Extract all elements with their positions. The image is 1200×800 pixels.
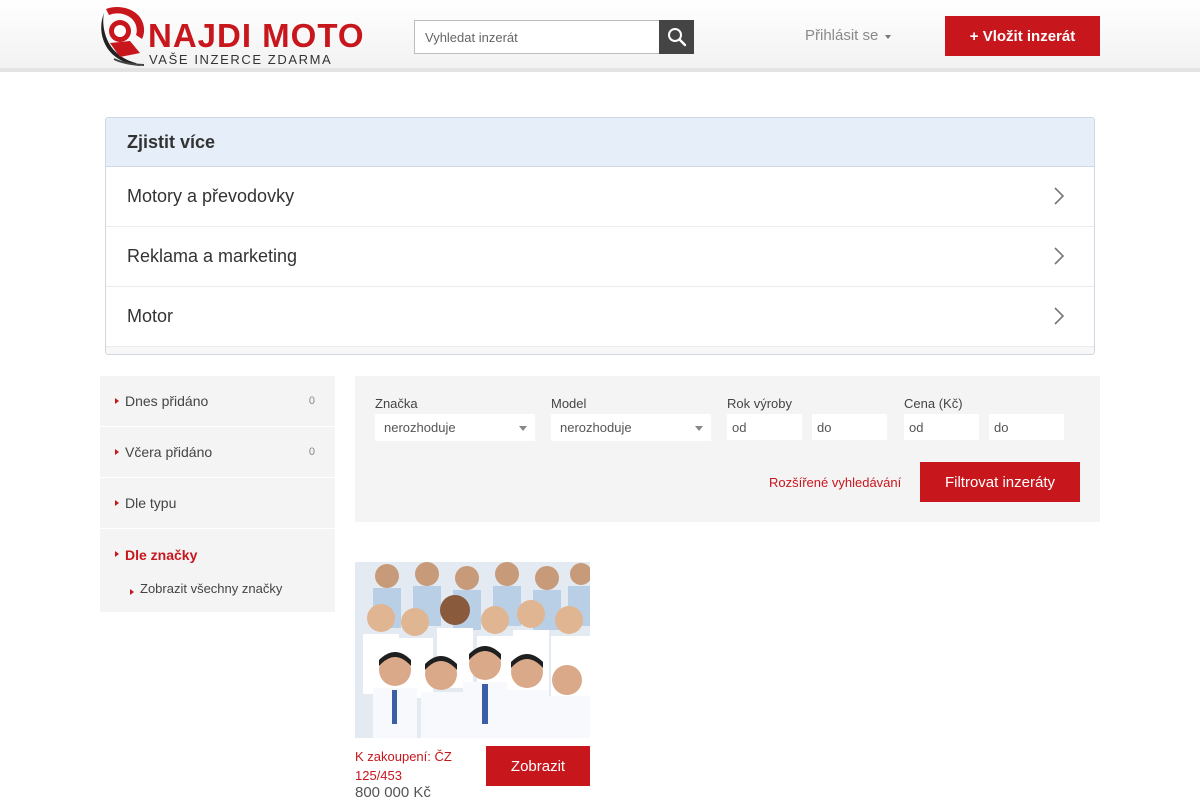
sidebar-item-yesterday[interactable]: Včera přidáno 0: [100, 427, 335, 478]
logo-title: NAJDI MOTO: [148, 17, 365, 54]
site-header: NAJDI MOTO VAŠE INZERCE ZDARMA Přihlásit…: [0, 0, 1200, 72]
login-label: Přihlásit se: [805, 27, 879, 44]
info-item-engines[interactable]: Motory a převodovky: [106, 167, 1094, 227]
dropdown-arrow-icon: [695, 426, 703, 431]
sidebar-item-label: Dnes přidáno: [125, 393, 209, 409]
year-from-input[interactable]: [727, 414, 802, 440]
model-select[interactable]: nerozhoduje: [551, 414, 711, 441]
search-button[interactable]: [659, 20, 694, 54]
chevron-right-icon: [1054, 307, 1064, 325]
group-of-people-photo: [355, 562, 590, 738]
listing-show-button[interactable]: Zobrazit: [486, 746, 590, 786]
year-to-input[interactable]: [812, 414, 887, 440]
bullet-triangle-icon: [115, 398, 119, 404]
sidebar-item-by-brand: Dle značky Zobrazit všechny značky: [100, 529, 335, 612]
model-select-value: nerozhoduje: [560, 420, 632, 435]
sidebar-item-count: 0: [308, 395, 315, 407]
listing-price: 800 000 Kč: [355, 784, 431, 800]
bullet-triangle-icon: [115, 551, 119, 557]
listing-photo[interactable]: [355, 562, 590, 738]
bullet-triangle-icon: [115, 449, 119, 455]
sidebar-item-by-type[interactable]: Dle typu: [100, 478, 335, 529]
year-label: Rok výroby: [727, 396, 793, 411]
bullet-triangle-icon: [115, 500, 119, 506]
sidebar-item-label: Včera přidáno: [125, 444, 213, 460]
price-to-input[interactable]: [989, 414, 1064, 440]
login-dropdown[interactable]: Přihlásit se: [805, 27, 892, 44]
sidebar-item-today[interactable]: Dnes přidáno 0: [100, 376, 335, 427]
advanced-search-link[interactable]: Rozšířené vyhledávání: [769, 475, 901, 490]
info-item-motor[interactable]: Motor: [106, 287, 1094, 347]
info-panel: Zjistit více Motory a převodovky Reklama…: [105, 117, 1095, 355]
price-from-input[interactable]: [904, 414, 979, 440]
model-label: Model: [551, 396, 587, 411]
listing-title[interactable]: K zakoupení: ČZ 125/453: [355, 747, 475, 785]
info-item-label: Motor: [127, 306, 174, 326]
brand-select[interactable]: nerozhoduje: [375, 414, 535, 441]
dropdown-arrow-icon: [519, 426, 527, 431]
filter-submit-button[interactable]: Filtrovat inzeráty: [920, 462, 1080, 502]
info-panel-title: Zjistit více: [106, 118, 1094, 167]
price-label: Cena (Kč): [904, 396, 963, 411]
search-input[interactable]: [414, 20, 660, 54]
info-item-advertising[interactable]: Reklama a marketing: [106, 227, 1094, 287]
sidebar-subitem-all-brands[interactable]: Zobrazit všechny značky: [140, 581, 282, 596]
search-icon: [667, 28, 686, 47]
logo-subtitle: VAŠE INZERCE ZDARMA: [149, 52, 333, 67]
sidebar-active-label[interactable]: Dle značky: [125, 547, 197, 563]
filter-panel: Značka nerozhoduje Model nerozhoduje Rok…: [355, 376, 1100, 522]
search-bar: [414, 20, 694, 54]
bullet-triangle-icon: [130, 589, 134, 595]
sidebar-item-count: 0: [308, 446, 315, 458]
site-logo[interactable]: NAJDI MOTO VAŠE INZERCE ZDARMA: [100, 5, 366, 67]
add-listing-button[interactable]: + Vložit inzerát: [945, 16, 1100, 56]
brand-label: Značka: [375, 396, 418, 411]
motorcycle-rider-logo-icon: [101, 7, 145, 66]
info-item-label: Motory a převodovky: [127, 186, 295, 206]
info-item-label: Reklama a marketing: [127, 246, 298, 266]
category-sidebar: Dnes přidáno 0 Včera přidáno 0 Dle typu …: [100, 376, 335, 612]
caret-down-icon: [885, 34, 892, 39]
chevron-right-icon: [1054, 247, 1064, 265]
chevron-right-icon: [1054, 187, 1064, 205]
brand-select-value: nerozhoduje: [384, 420, 456, 435]
sidebar-item-label: Dle typu: [125, 495, 177, 511]
